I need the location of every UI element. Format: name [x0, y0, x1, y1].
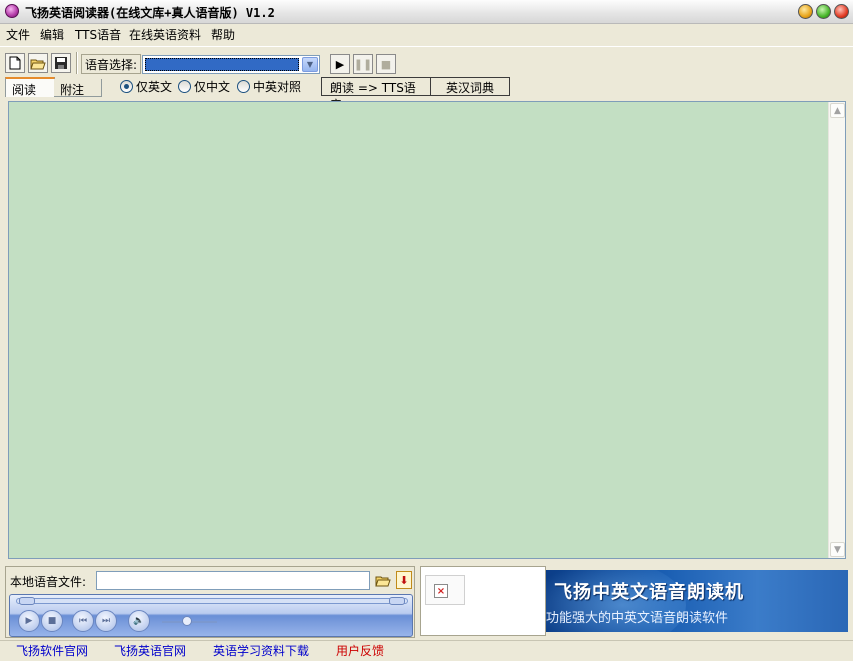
pause-icon: ❚❚: [353, 57, 373, 71]
download-icon: ⬇: [399, 573, 409, 587]
bottom-panel: 本地语音文件: ⬇ ▶ ■ ⏮ ⏭ 🔈 × 飞扬中英文语音朗读机 功能强大的中英…: [0, 562, 853, 640]
radio-chinese-only[interactable]: 仅中文: [178, 78, 230, 95]
scroll-up-button[interactable]: ▲: [830, 103, 845, 118]
link-resources-download[interactable]: 英语学习资料下载: [213, 642, 309, 659]
tab-notes[interactable]: 附注: [54, 79, 102, 97]
image-placeholder: ×: [425, 575, 465, 605]
volume-thumb[interactable]: [182, 616, 192, 626]
dictionary-button[interactable]: 英汉词典: [430, 78, 509, 95]
radio-english-only-label: 仅英文: [136, 80, 173, 94]
player-next-button[interactable]: ⏭: [95, 610, 117, 632]
close-button[interactable]: [834, 4, 849, 19]
chevron-down-icon[interactable]: ▼: [302, 57, 318, 72]
open-folder-icon: [374, 576, 391, 587]
play-icon: ▶: [335, 57, 345, 71]
ad-image-box: ×: [420, 566, 546, 636]
link-software-site[interactable]: 飞扬软件官网: [16, 642, 88, 659]
radio-chinese-only-label: 仅中文: [194, 80, 231, 94]
broken-image-icon: ×: [434, 584, 448, 598]
next-icon: ⏭: [101, 616, 111, 626]
stop-icon: ■: [47, 616, 57, 626]
radio-bilingual-label: 中英对照: [253, 80, 302, 94]
voice-select-label: 语音选择:: [81, 54, 142, 74]
maximize-button[interactable]: [816, 4, 831, 19]
menu-file[interactable]: 文件: [6, 26, 30, 43]
title-bar: 飞扬英语阅读器(在线文库+真人语音版) V1.2: [0, 0, 853, 24]
window-title: 飞扬英语阅读器(在线文库+真人语音版) V1.2: [25, 6, 275, 20]
player-mute-button[interactable]: 🔈: [128, 610, 150, 632]
radio-english-only[interactable]: 仅英文: [120, 78, 172, 95]
scroll-down-button[interactable]: ▼: [830, 542, 845, 557]
menu-tts[interactable]: TTS语音: [75, 26, 121, 43]
new-file-icon[interactable]: [5, 53, 25, 73]
minimize-button[interactable]: [798, 4, 813, 19]
play-icon: ▶: [25, 616, 33, 626]
promo-banner[interactable]: 飞扬中英文语音朗读机 功能强大的中英文语音朗读软件: [546, 570, 848, 632]
vertical-scrollbar[interactable]: ▲ ▼: [828, 102, 845, 558]
play-button[interactable]: ▶: [330, 54, 350, 74]
app-icon: [5, 4, 19, 18]
mode-segment: 朗读 => TTS语音 英汉词典: [321, 77, 510, 112]
banner-subtitle: 功能强大的中英文语音朗读软件: [546, 611, 729, 626]
save-icon[interactable]: [51, 53, 71, 73]
view-options-row: 阅读 附注 仅英文 仅中文 中英对照 朗读 => TTS语音 英汉词典: [0, 76, 853, 112]
menu-help[interactable]: 帮助: [211, 26, 235, 43]
read-tts-button[interactable]: 朗读 => TTS语音: [322, 78, 430, 112]
reading-text-area[interactable]: ▲ ▼: [8, 101, 846, 559]
voice-selected-value: [145, 58, 299, 71]
seek-bar[interactable]: [16, 597, 408, 605]
radio-dot: [237, 80, 250, 93]
menu-bar: 文件 编辑 TTS语音 在线英语资料 帮助: [0, 24, 853, 44]
player-play-button[interactable]: ▶: [18, 610, 40, 632]
menu-online-resources[interactable]: 在线英语资料: [129, 26, 201, 43]
open-folder-icon[interactable]: [28, 53, 48, 73]
seek-thumb-left[interactable]: [19, 597, 35, 605]
previous-icon: ⏮: [78, 616, 88, 626]
local-audio-path-input[interactable]: [96, 571, 370, 590]
footer-links-bar: 飞扬软件官网 飞扬英语官网 英语学习资料下载 用户反馈: [0, 640, 853, 661]
voice-select-dropdown[interactable]: ▼: [142, 55, 320, 74]
toolbar: 语音选择: ▼ ▶ ❚❚ ■: [0, 46, 853, 76]
radio-dot: [178, 80, 191, 93]
stop-icon: ■: [380, 57, 392, 71]
banner-title: 飞扬中英文语音朗读机: [554, 582, 744, 603]
download-button[interactable]: ⬇: [396, 571, 412, 589]
link-english-site[interactable]: 飞扬英语官网: [114, 642, 186, 659]
link-user-feedback[interactable]: 用户反馈: [336, 642, 384, 659]
speaker-icon: 🔈: [133, 616, 145, 626]
stop-button[interactable]: ■: [376, 54, 396, 74]
open-audio-button[interactable]: [373, 571, 392, 590]
radio-dot: [120, 80, 133, 93]
pause-button[interactable]: ❚❚: [353, 54, 373, 74]
seek-thumb-right[interactable]: [389, 597, 405, 605]
player-prev-button[interactable]: ⏮: [72, 610, 94, 632]
local-audio-label: 本地语音文件:: [10, 575, 87, 589]
menu-edit[interactable]: 编辑: [40, 26, 64, 43]
radio-bilingual[interactable]: 中英对照: [237, 78, 301, 95]
media-player: ▶ ■ ⏮ ⏭ 🔈: [9, 594, 413, 637]
player-stop-button[interactable]: ■: [41, 610, 63, 632]
toolbar-separator: [76, 52, 78, 74]
local-audio-panel: 本地语音文件: ⬇ ▶ ■ ⏮ ⏭ 🔈: [5, 566, 415, 638]
tab-read[interactable]: 阅读: [5, 77, 55, 97]
